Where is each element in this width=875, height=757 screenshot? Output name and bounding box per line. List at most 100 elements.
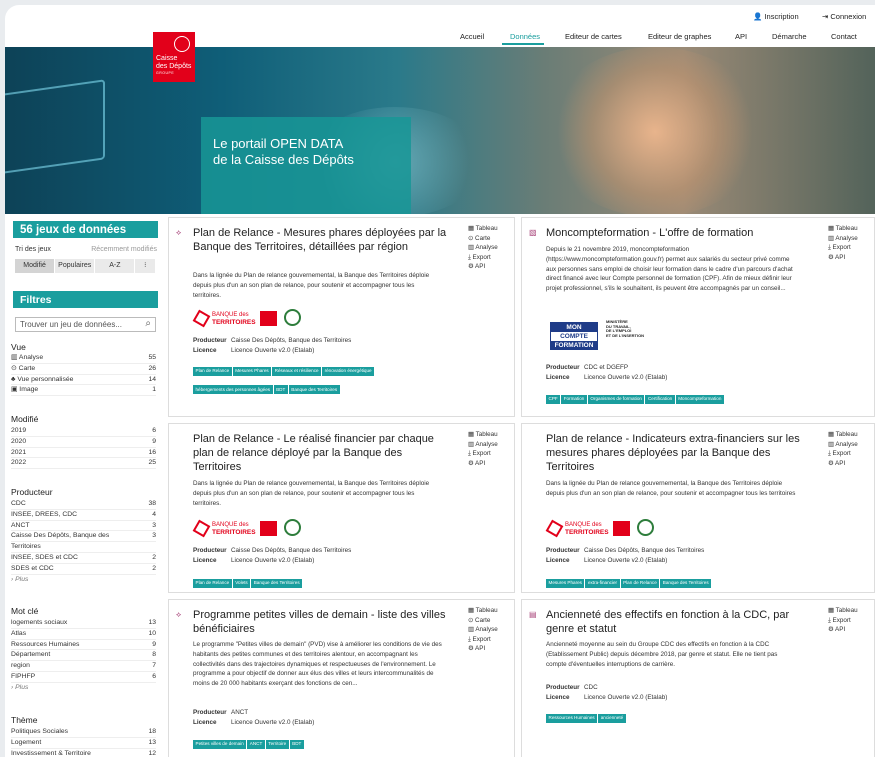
dataset-card[interactable]: ⟡ Programme petites villes de demain - li… [168, 599, 515, 757]
producteur-facet-item[interactable]: CDC 38 [11, 499, 156, 510]
vue-facet-item[interactable]: ▣ Image 1 [11, 385, 156, 397]
action-api-link[interactable]: ⚙ API [468, 644, 508, 654]
sort-more[interactable]: ⁝ [135, 259, 156, 273]
nav-contact[interactable]: Contact [831, 32, 857, 41]
action-export-link[interactable]: ⤓ Export [828, 616, 868, 626]
action-tableau-link[interactable]: ▦ Tableau [828, 430, 868, 440]
tag-chip[interactable]: Banque des Territoires [288, 385, 340, 394]
action-carte-link[interactable]: ⊙ Carte [468, 616, 508, 626]
tag-chip[interactable]: Plan de Relance [620, 578, 660, 588]
modifie-facet-item[interactable]: 2022 25 [11, 458, 156, 470]
action-api-link[interactable]: ⚙ API [468, 262, 508, 272]
action-export-link[interactable]: ⤓ Export [828, 449, 868, 459]
tag-chip[interactable]: rénovation énergétique [322, 366, 375, 376]
action-tableau-link[interactable]: ▦ Tableau [468, 430, 508, 440]
tag-chip[interactable]: Volets [232, 578, 251, 588]
tag-chip[interactable]: Organismes de formation [587, 394, 645, 404]
action-analyse-link[interactable]: ▥ Analyse [468, 625, 508, 635]
tag-chip[interactable]: Moncompteformation [675, 394, 724, 404]
theme-facet-item[interactable]: Politiques Sociales 18 [11, 727, 156, 738]
dataset-card[interactable]: ▧ Moncompteformation - L'offre de formati… [521, 217, 875, 417]
action-tableau-link[interactable]: ▦ Tableau [828, 606, 868, 616]
vue-facet-item[interactable]: ⊙ Carte 26 [11, 364, 156, 375]
motcle-facet-item[interactable]: region 7 [11, 661, 156, 672]
tag-chip[interactable]: Certification [645, 394, 675, 404]
nav-demarche[interactable]: Démarche [772, 32, 807, 41]
motcle-facet-item[interactable]: logements sociaux 13 [11, 618, 156, 629]
search-icon[interactable]: ⌕ [145, 318, 151, 329]
dataset-card[interactable]: ⟡ Plan de Relance - Mesures phares déploy… [168, 217, 515, 417]
sort-modifie[interactable]: Modifié [15, 259, 56, 273]
vue-facet-item[interactable]: ▥ Analyse 55 [11, 353, 156, 364]
nav-editeur-graphes[interactable]: Editeur de graphes [648, 32, 711, 41]
nav-editeur-cartes[interactable]: Editeur de cartes [565, 32, 622, 41]
nav-accueil[interactable]: Accueil [460, 32, 484, 41]
motcle-facet-item[interactable]: Atlas 10 [11, 629, 156, 640]
tag-chip[interactable]: ancienneté [598, 713, 626, 723]
connexion-link[interactable]: ⇥ Connexion [822, 12, 866, 21]
action-export-link[interactable]: ⤓ Export [468, 253, 508, 263]
dataset-title[interactable]: Plan de Relance - Le réalisé financier p… [193, 432, 448, 474]
dataset-title[interactable]: Programme petites villes de demain - lis… [193, 608, 448, 636]
tag-chip[interactable]: BDT [289, 739, 304, 749]
facet-more-link[interactable]: › Plus [11, 575, 156, 586]
nav-donnees[interactable]: Données [510, 32, 540, 41]
dataset-card[interactable]: Plan de relance - Indicateurs extra-fina… [521, 423, 875, 593]
nav-api[interactable]: API [735, 32, 747, 41]
modifie-facet-item[interactable]: 2019 6 [11, 426, 156, 437]
dataset-title[interactable]: Plan de relance - Indicateurs extra-fina… [546, 432, 801, 474]
theme-facet-item[interactable]: Investissement & Territoire 12 [11, 749, 156, 757]
sort-populaires[interactable]: Populaires [55, 259, 96, 273]
tag-chip[interactable]: Ressources Humaines [546, 713, 598, 723]
producteur-facet-item[interactable]: INSEE, DREES, CDC 4 [11, 510, 156, 521]
action-analyse-link[interactable]: ▥ Analyse [828, 234, 868, 244]
tag-chip[interactable]: Réseaux et résilience [272, 366, 322, 376]
tag-chip[interactable]: Territoire [265, 739, 289, 749]
facet-more-link[interactable]: › Plus [11, 683, 156, 694]
motcle-facet-item[interactable]: Département 8 [11, 650, 156, 662]
producteur-facet-item[interactable]: Territoires [11, 542, 156, 553]
action-export-link[interactable]: ⤓ Export [828, 243, 868, 253]
action-carte-link[interactable]: ⊙ Carte [468, 234, 508, 244]
modifie-facet-item[interactable]: 2021 16 [11, 448, 156, 459]
action-analyse-link[interactable]: ▥ Analyse [468, 243, 508, 253]
tag-chip[interactable]: BDT [273, 385, 288, 394]
action-analyse-link[interactable]: ▥ Analyse [468, 440, 508, 450]
producteur-facet-item[interactable]: ANCT 3 [11, 521, 156, 532]
producteur-facet-item[interactable]: SDES et CDC 2 [11, 564, 156, 575]
motcle-facet-item[interactable]: FIPHFP 6 [11, 672, 156, 683]
search-input[interactable]: Trouver un jeu de données... ⌕ [15, 317, 156, 332]
action-api-link[interactable]: ⚙ API [828, 459, 868, 469]
tag-chip[interactable]: ANCT [247, 739, 265, 749]
tag-chip[interactable]: hébergements des personnes âgées [193, 385, 273, 394]
action-api-link[interactable]: ⚙ API [828, 625, 868, 635]
dataset-card[interactable]: Plan de Relance - Le réalisé financier p… [168, 423, 515, 593]
producteur-facet-item[interactable]: Caisse Des Dépôts, Banque des 3 [11, 531, 156, 543]
cdc-logo[interactable]: Caisse des Dépôts GROUPE [153, 32, 195, 82]
dataset-title[interactable]: Plan de Relance - Mesures phares déployé… [193, 226, 448, 254]
action-tableau-link[interactable]: ▦ Tableau [828, 224, 868, 234]
action-tableau-link[interactable]: ▦ Tableau [468, 224, 508, 234]
modifie-facet-item[interactable]: 2020 9 [11, 437, 156, 448]
tag-chip[interactable]: Plan de Relance [193, 366, 232, 376]
tag-chip[interactable]: Mesures Phares [546, 578, 585, 588]
sort-az[interactable]: A-Z [95, 259, 136, 273]
theme-facet-item[interactable]: Logement 13 [11, 738, 156, 749]
tag-chip[interactable]: Banque des Territoires [251, 578, 303, 588]
tag-chip[interactable]: Mesures Phares [232, 366, 272, 376]
action-api-link[interactable]: ⚙ API [468, 459, 508, 469]
inscription-link[interactable]: 👤 Inscription [753, 12, 799, 21]
dataset-title[interactable]: Ancienneté des effectifs en fonction à l… [546, 608, 801, 636]
action-tableau-link[interactable]: ▦ Tableau [468, 606, 508, 616]
tag-chip[interactable]: Petites villes de demain [193, 739, 247, 749]
action-api-link[interactable]: ⚙ API [828, 253, 868, 263]
motcle-facet-item[interactable]: Ressources Humaines 9 [11, 640, 156, 651]
vue-facet-item[interactable]: ♣ Vue personnalisée 14 [11, 375, 156, 386]
tag-chip[interactable]: Plan de Relance [193, 578, 232, 588]
tag-chip[interactable]: CPF [546, 394, 561, 404]
tag-chip[interactable]: Formation [561, 394, 587, 404]
dataset-title[interactable]: Moncompteformation - L'offre de formatio… [546, 226, 801, 240]
dataset-card[interactable]: ▤ Ancienneté des effectifs en fonction à … [521, 599, 875, 757]
action-export-link[interactable]: ⤓ Export [468, 449, 508, 459]
producteur-facet-item[interactable]: INSEE, SDES et CDC 2 [11, 553, 156, 564]
